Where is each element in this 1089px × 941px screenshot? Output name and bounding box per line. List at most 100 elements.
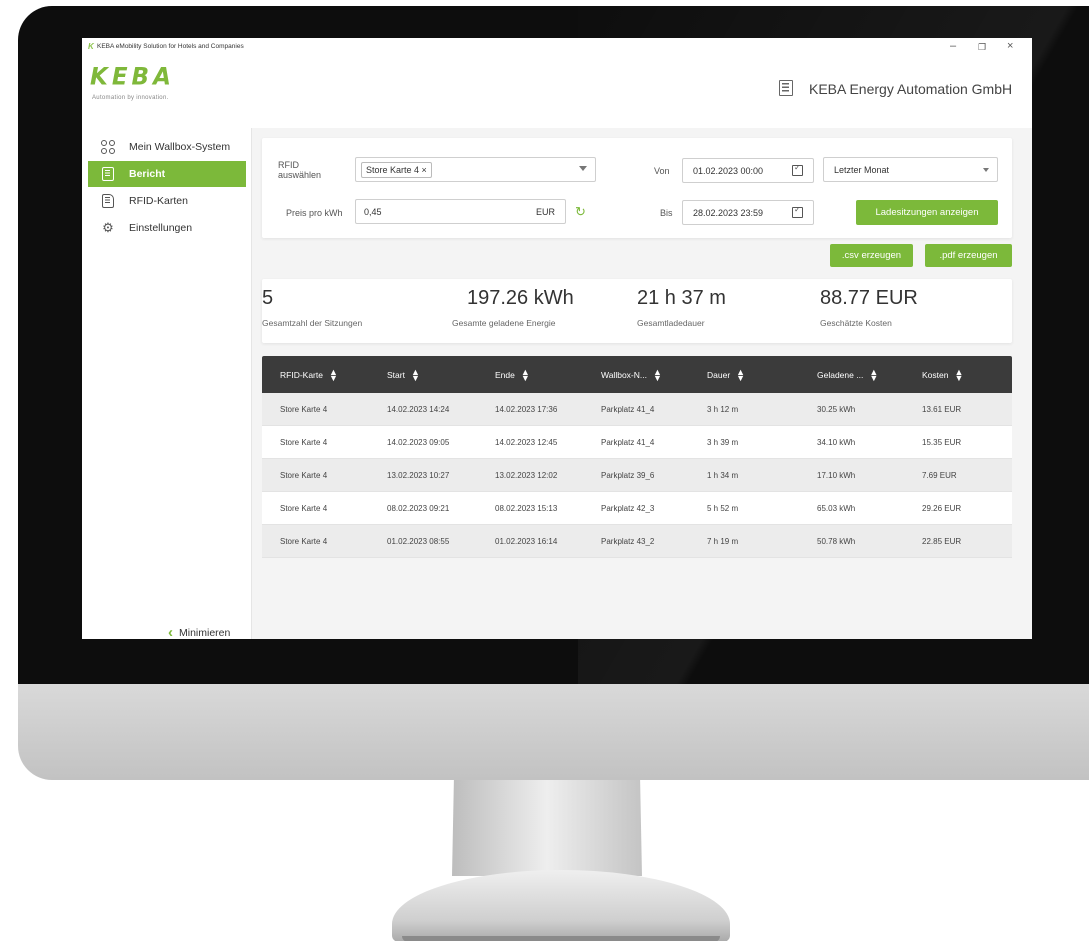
cell-start: 08.02.2023 09:21 [387,504,450,513]
column-header-start[interactable]: Start ▲ ▼ [387,367,420,382]
sort-icon[interactable]: ▲ ▼ [411,367,420,382]
table-row[interactable]: Store Karte 4 01.02.2023 08:55 01.02.202… [262,525,1012,558]
table-row[interactable]: Store Karte 4 13.02.2023 10:27 13.02.202… [262,459,1012,492]
price-label: Preis pro kWh [286,208,343,218]
period-select[interactable]: Letzter Monat [823,157,998,182]
column-label: Geladene ... [817,369,864,380]
cell-end: 01.02.2023 16:14 [495,537,558,546]
minimize-label: Minimieren [179,626,231,639]
sort-icon[interactable]: ▲ ▼ [653,367,662,382]
stat-label: Gesamte geladene Energie [452,318,556,328]
stat-estimated-cost: 88.77 EUR Geschätzte Kosten [820,287,918,328]
price-per-kwh-input[interactable]: 0,45 EUR [355,199,566,224]
company-name: KEBA Energy Automation GmbH [809,81,1013,97]
cell-rfid: Store Karte 4 [280,405,328,414]
chevron-left-icon: ‹ [168,624,173,639]
column-header-rfid[interactable]: RFID-Karte ▲ ▼ [280,367,338,382]
monitor-stand-foot [392,870,730,941]
app-logo-icon: K [88,42,94,51]
cell-rfid: Store Karte 4 [280,537,328,546]
close-window-button[interactable]: × [1007,40,1013,52]
table-row[interactable]: Store Karte 4 14.02.2023 14:24 14.02.202… [262,393,1012,426]
rfid-select-label: RFID auswählen [278,160,321,180]
cell-start: 14.02.2023 14:24 [387,405,450,414]
chevron-down-icon [983,168,989,172]
rfid-select[interactable]: Store Karte 4 × [355,157,596,182]
stat-value: 5 [262,287,274,309]
cell-duration: 3 h 39 m [707,438,739,447]
stat-value: 88.77 EUR [820,287,918,309]
sort-icon[interactable]: ▲ ▼ [954,367,963,382]
cell-duration: 1 h 34 m [707,471,739,480]
sessions-table: RFID-Karte ▲ ▼ Start ▲ ▼ Ende ▲ ▼ Wallbox-N...… [262,356,1012,558]
cell-duration: 7 h 19 m [707,537,739,546]
window-title: KEBA eMobility Solution for Hotels and C… [97,43,244,50]
column-label: Start [387,369,405,380]
refresh-icon[interactable]: ↻ [575,204,586,220]
column-header-duration[interactable]: Dauer ▲ ▼ [707,367,745,382]
sidebar-item-rfid-karten[interactable]: RFID-Karten [88,188,246,214]
price-unit: EUR [535,207,555,217]
minimize-window-button[interactable]: – [950,40,956,52]
column-label: RFID-Karte [280,369,323,380]
table-row[interactable]: Store Karte 4 14.02.2023 09:05 14.02.202… [262,426,1012,459]
keba-logo: KEBA [90,63,175,91]
cell-duration: 3 h 12 m [707,405,739,414]
to-label: Bis [660,208,673,218]
sidebar-item-einstellungen[interactable]: ⚙ Einstellungen [88,215,246,241]
maximize-window-button[interactable]: ❐ [978,42,986,53]
filter-panel: RFID auswählen Store Karte 4 × Preis pro… [262,138,1012,238]
cell-start: 01.02.2023 08:55 [387,537,450,546]
minimize-sidebar-button[interactable]: ‹ Minimieren [168,624,230,639]
stat-total-energy: 197.26 kWh Gesamte geladene Energie [452,287,574,328]
cell-energy: 50.78 kWh [817,537,856,546]
from-date-input[interactable]: 01.02.2023 00:00 [682,158,814,183]
to-date-input[interactable]: 28.02.2023 23:59 [682,200,814,225]
monitor-chin [18,684,1089,780]
sidebar-item-bericht[interactable]: Bericht [88,161,246,187]
table-header: RFID-Karte ▲ ▼ Start ▲ ▼ Ende ▲ ▼ Wallbox-N...… [262,356,1012,393]
settings-gear-icon: ⚙ [102,220,114,235]
cell-rfid: Store Karte 4 [280,438,328,447]
sort-icon[interactable]: ▲ ▼ [736,367,745,382]
monitor-stand-neck [452,780,642,876]
sidebar: Mein Wallbox-System Bericht RFID-Karten … [82,128,252,639]
sort-icon[interactable]: ▲ ▼ [329,367,338,382]
logo-tagline: Automation by innovation. [92,95,169,101]
column-label: Wallbox-N... [601,369,647,380]
cell-rfid: Store Karte 4 [280,471,328,480]
cell-start: 13.02.2023 10:27 [387,471,450,480]
from-label: Von [654,166,670,176]
app-header: KEBA Automation by innovation. KEBA Ener… [82,58,1032,128]
csv-export-button[interactable]: .csv erzeugen [830,244,913,267]
cell-cost: 7.69 EUR [922,471,957,480]
cell-wallbox: Parkplatz 39_6 [601,471,655,480]
pdf-export-button[interactable]: .pdf erzeugen [925,244,1012,267]
calendar-icon[interactable] [792,163,803,176]
column-header-cost[interactable]: Kosten ▲ ▼ [922,367,963,382]
calendar-icon[interactable] [792,205,803,218]
sort-icon[interactable]: ▲ ▼ [869,367,878,382]
rfid-chip[interactable]: Store Karte 4 × [361,161,432,178]
table-row[interactable]: Store Karte 4 08.02.2023 09:21 08.02.202… [262,492,1012,525]
sidebar-item-wallbox-system[interactable]: Mein Wallbox-System [88,134,246,160]
column-label: Kosten [922,369,949,380]
stat-label: Geschätzte Kosten [820,318,892,328]
app-screen: K KEBA eMobility Solution for Hotels and… [82,38,1032,639]
cell-energy: 30.25 kWh [817,405,856,414]
cell-cost: 22.85 EUR [922,537,962,546]
cell-start: 14.02.2023 09:05 [387,438,450,447]
cell-end: 14.02.2023 12:45 [495,438,558,447]
column-label: Ende [495,369,515,380]
stat-label: Gesamtzahl der Sitzungen [262,318,363,328]
show-sessions-button[interactable]: Ladesitzungen anzeigen [856,200,998,225]
column-header-energy[interactable]: Geladene ... ▲ ▼ [817,367,878,382]
cell-duration: 5 h 52 m [707,504,739,513]
cell-end: 14.02.2023 17:36 [495,405,558,414]
column-header-wallbox[interactable]: Wallbox-N... ▲ ▼ [601,367,662,382]
sort-icon[interactable]: ▲ ▼ [521,367,530,382]
column-header-end[interactable]: Ende ▲ ▼ [495,367,530,382]
from-date-value: 01.02.2023 00:00 [693,165,764,176]
cell-end: 08.02.2023 15:13 [495,504,558,513]
cell-cost: 15.35 EUR [922,438,962,447]
